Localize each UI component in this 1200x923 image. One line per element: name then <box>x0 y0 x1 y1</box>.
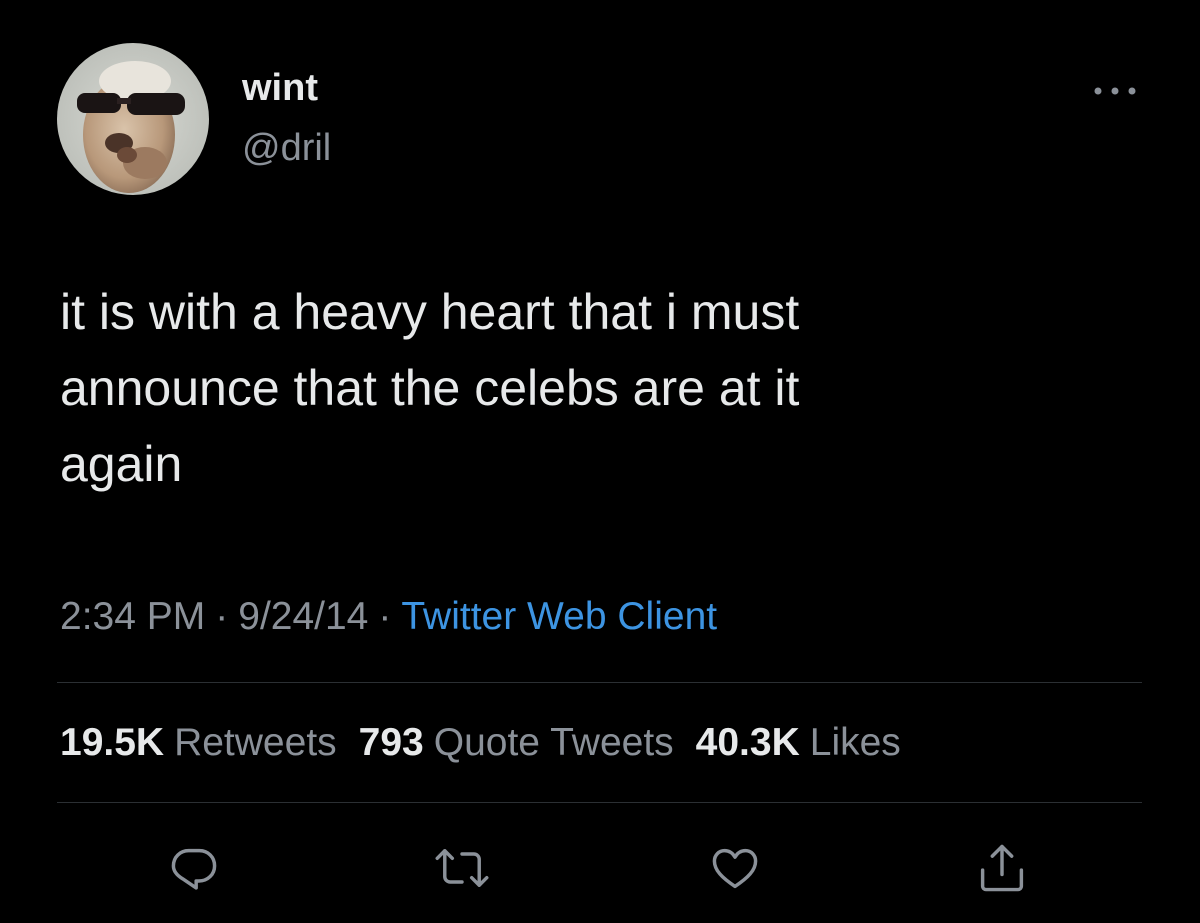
tweet-date[interactable]: 9/24/14 <box>238 595 368 638</box>
share-icon <box>980 844 1024 892</box>
meta-separator: · <box>215 595 229 638</box>
meta-separator: · <box>378 595 392 638</box>
avatar-image <box>57 43 209 195</box>
like-button[interactable] <box>703 838 767 898</box>
tweet-meta: 2:34 PM · 9/24/14 · Twitter Web Client <box>60 594 717 640</box>
likes-label: Likes <box>809 721 901 764</box>
tweet-stats: 19.5K Retweets 793 Quote Tweets 40.3K Likes <box>60 720 923 766</box>
retweet-button[interactable] <box>430 838 494 898</box>
likes-count: 40.3K <box>695 721 800 764</box>
quote-tweets-label: Quote Tweets <box>433 721 674 764</box>
user-handle[interactable]: @dril <box>242 126 331 170</box>
reply-icon <box>171 848 217 890</box>
divider <box>57 682 1142 683</box>
quote-tweets-stat[interactable]: 793 Quote Tweets <box>359 721 674 764</box>
avatar[interactable] <box>57 43 209 195</box>
retweets-label: Retweets <box>174 721 337 764</box>
more-options-button[interactable] <box>1090 76 1140 106</box>
reply-button[interactable] <box>162 838 226 898</box>
retweets-count: 19.5K <box>60 721 165 764</box>
heart-icon <box>712 848 758 889</box>
likes-stat[interactable]: 40.3K Likes <box>696 721 901 764</box>
action-bar <box>0 838 1200 898</box>
divider <box>57 802 1142 803</box>
retweet-icon <box>435 849 489 887</box>
tweet-detail: wint @dril it is with a heavy heart that… <box>0 0 1200 923</box>
retweets-stat[interactable]: 19.5K Retweets <box>60 721 337 764</box>
more-horizontal-icon <box>1094 87 1136 95</box>
quote-tweets-count: 793 <box>358 721 424 764</box>
display-name[interactable]: wint <box>242 66 318 110</box>
share-button[interactable] <box>970 838 1034 898</box>
tweet-client-link[interactable]: Twitter Web Client <box>401 595 717 638</box>
tweet-text: it is with a heavy heart that i must ann… <box>60 284 800 492</box>
tweet-time[interactable]: 2:34 PM <box>60 595 205 638</box>
